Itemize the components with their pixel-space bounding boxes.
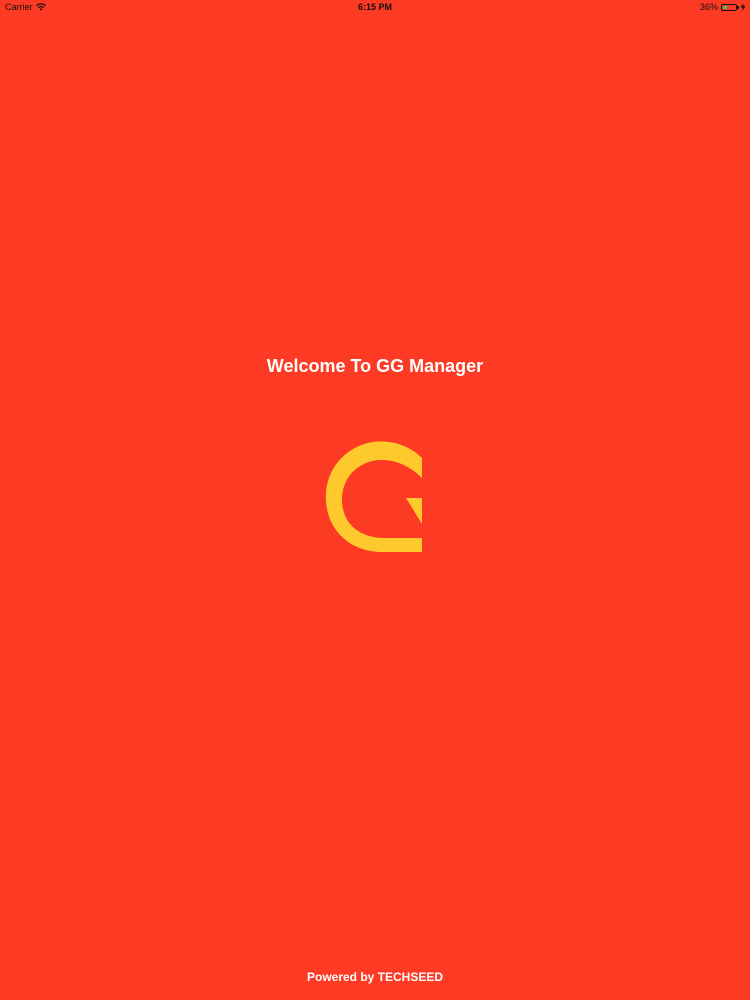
battery-icon <box>721 3 739 11</box>
welcome-title: Welcome To GG Manager <box>266 356 484 376</box>
g-logo-icon <box>325 441 422 552</box>
status-bar: Carrier 6:15 PM 36% <box>0 0 750 16</box>
status-time: 6:15 PM <box>357 2 392 12</box>
charging-bolt-icon <box>740 3 746 11</box>
battery-level <box>723 5 728 9</box>
status-right: 36% <box>700 2 746 12</box>
powered-by-footer: Powered by TECHSEED <box>306 970 444 984</box>
battery-percent: 36% <box>699 2 718 12</box>
